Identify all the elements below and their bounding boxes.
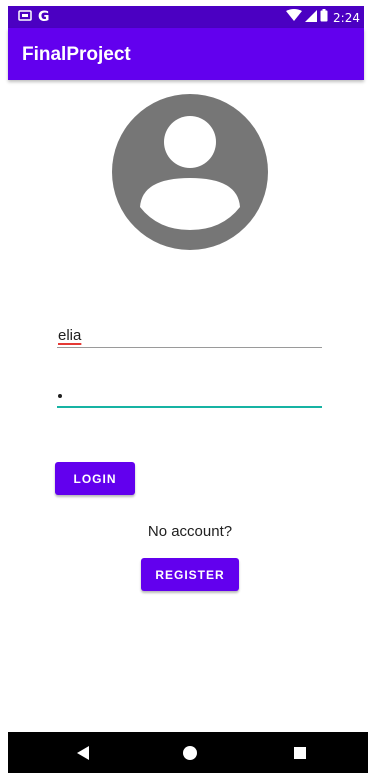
- wifi-icon: [286, 9, 303, 26]
- password-field[interactable]: [57, 378, 322, 408]
- status-left: G: [18, 9, 50, 25]
- recents-icon[interactable]: [291, 744, 309, 762]
- navigation-bar: [8, 732, 368, 773]
- status-bar: G 2:24: [8, 6, 364, 28]
- username-underline: [57, 347, 322, 348]
- app-bar: FinalProject: [8, 28, 364, 80]
- account-circle-icon: [112, 94, 268, 250]
- carrier-label: G: [38, 9, 50, 25]
- password-mask-dot: [58, 394, 62, 398]
- status-right: 2:24: [286, 9, 360, 26]
- app-title: FinalProject: [22, 44, 131, 65]
- battery-icon: [320, 9, 328, 26]
- no-account-text: No account?: [147, 523, 233, 540]
- back-icon[interactable]: [74, 744, 92, 762]
- login-button[interactable]: LOGIN: [55, 462, 135, 495]
- signal-icon: [305, 9, 318, 26]
- sim-card-icon: [18, 9, 32, 25]
- app-screen: G 2:24 FinalProject elia LOGIN No accoun…: [0, 0, 368, 773]
- home-icon[interactable]: [181, 744, 199, 762]
- register-button[interactable]: REGISTER: [141, 558, 239, 591]
- username-field[interactable]: elia: [57, 318, 322, 348]
- status-time: 2:24: [333, 10, 360, 25]
- username-value: elia: [58, 327, 82, 344]
- password-underline: [57, 406, 322, 408]
